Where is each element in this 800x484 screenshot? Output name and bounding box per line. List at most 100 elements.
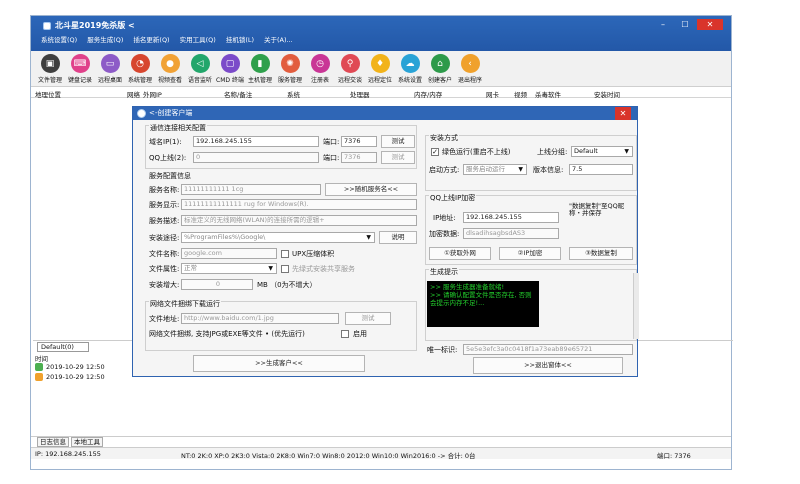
maximize-button[interactable]: ☐ (675, 19, 695, 30)
ip-addr-input[interactable]: 192.168.245.155 (463, 212, 559, 223)
col-location[interactable]: 地理位置 (35, 89, 61, 99)
chevron-down-icon: ▼ (518, 166, 523, 173)
ip-encrypt-button[interactable]: ②IP加密 (499, 247, 561, 260)
start-mode-select[interactable]: 服务启动运行 ▼ (463, 164, 527, 175)
svc-display-input[interactable]: 11111111111111 rug for Windows(R). (181, 199, 417, 210)
svc-name-input[interactable]: 11111111111 1cg (181, 184, 321, 195)
status-port: 端口: 7376 (657, 452, 691, 460)
console-line: >> 服务生成器准备就绪! (430, 283, 505, 291)
qq-label: QQ上线(2): (149, 154, 187, 162)
port1-input[interactable]: 7376 (341, 136, 377, 147)
menu-tools[interactable]: 实用工具(Q) (180, 34, 216, 44)
online-group-select[interactable]: Default ▼ (571, 146, 633, 157)
test1-button[interactable]: 测试 (381, 135, 415, 148)
tool-file-manager[interactable]: ▣ 文件管理 (35, 51, 65, 87)
col-install-time[interactable]: 安装时间 (594, 89, 620, 99)
unique-label: 唯一标识: (427, 346, 458, 354)
explain-button[interactable]: 说明 (379, 231, 417, 244)
unique-input[interactable]: 5e5e3efc3a0c0418f1a73eab89e65721 (463, 344, 633, 355)
svc-desc-input[interactable]: 标准定义的无线网络(WLAN)的连接所需的逻辑+ (181, 215, 417, 226)
tool-label: CMD 终端 (216, 77, 244, 84)
tool-service[interactable]: ✺ 服务管理 (275, 51, 305, 87)
col-network[interactable]: 网络 (127, 89, 140, 99)
dialog-close-button[interactable]: ✕ (615, 107, 631, 120)
upx-checkbox[interactable] (281, 250, 289, 258)
minimize-button[interactable]: – (653, 19, 673, 30)
tool-label: 远程交谈 (337, 77, 362, 84)
tool-label: 注册表 (310, 77, 329, 84)
tool-settings[interactable]: ☁ 系统设置 (395, 51, 425, 87)
encrypt-data-input[interactable]: dlsadihsagbsdAS3 (463, 228, 559, 239)
green-install-checkbox[interactable] (281, 265, 289, 273)
warning-icon (35, 373, 43, 381)
col-os[interactable]: 系统 (287, 89, 300, 99)
home-icon: ⌂ (430, 54, 450, 73)
tool-locate[interactable]: ♦ 远程定位 (365, 51, 395, 87)
file-name-input[interactable]: google.com (181, 248, 277, 259)
tool-label: 系统管理 (127, 77, 152, 84)
file-attr-select[interactable]: 正常 ▼ (181, 263, 277, 274)
title-bar: 北斗星2019免杀版 < – ☐ ✕ 系统设置(Q) 服务生成(Q) 插名更新(… (31, 16, 731, 51)
log-row[interactable]: 2019-10-29 12:50 (35, 373, 105, 381)
version-input[interactable]: 7.5 (569, 164, 633, 175)
tool-cmd[interactable]: ▢ CMD 终端 (215, 51, 245, 87)
random-service-button[interactable]: >>随机服务名<< (325, 183, 417, 196)
col-name[interactable]: 名称/备注 (224, 89, 252, 99)
exit-dialog-button[interactable]: >>退出窗体<< (473, 357, 623, 374)
get-wan-ip-button[interactable]: ①获取外网 (429, 247, 491, 260)
search-icon: ⚲ (340, 54, 360, 73)
tool-system-manager[interactable]: ◔ 系统管理 (125, 51, 155, 87)
tool-registry[interactable]: ◷ 注册表 (305, 51, 335, 87)
group-tab-default[interactable]: Default(0) (37, 342, 89, 352)
col-memory[interactable]: 内存/内存 (414, 89, 442, 99)
col-antivirus[interactable]: 杀毒软件 (535, 89, 561, 99)
menu-service-generate[interactable]: 服务生成(Q) (87, 34, 123, 44)
keyboard-icon: ⌨ (70, 54, 90, 73)
log-header: 时间 (35, 355, 48, 363)
console-scrollbar[interactable] (633, 273, 639, 339)
tool-host[interactable]: ▮ 主机管理 (245, 51, 275, 87)
net-file-group-title: 网络文件捆绑下载运行 (149, 299, 221, 309)
tool-keylogger[interactable]: ⌨ 键盘记录 (65, 51, 95, 87)
port2-input[interactable]: 7376 (341, 152, 377, 163)
col-cpu[interactable]: 处理器 (350, 89, 370, 99)
qq-input[interactable]: 0 (193, 152, 319, 163)
log-time: 2019-10-29 12:50 (46, 373, 105, 381)
menu-system-settings[interactable]: 系统设置(Q) (41, 34, 77, 44)
test2-button[interactable]: 测试 (381, 151, 415, 164)
version-label: 版本信息: (533, 166, 564, 174)
green-run-checkbox[interactable]: ✓ (431, 148, 439, 156)
col-nic[interactable]: 网卡 (486, 89, 499, 99)
menu-lock[interactable]: 挂机锁(L) (226, 34, 254, 44)
domain1-input[interactable]: 192.168.245.155 (193, 136, 319, 147)
tool-video[interactable]: ● 视频查看 (155, 51, 185, 87)
status-ip: IP: 192.168.245.155 (35, 450, 101, 458)
tool-exit[interactable]: ‹ 退出程序 (455, 51, 485, 87)
inflate-input[interactable]: 0 (181, 279, 253, 290)
tab-log-info[interactable]: 日志信息 (37, 437, 69, 447)
tool-create-client[interactable]: ⌂ 创建客户 (425, 51, 455, 87)
bottom-tabs: 日志信息 本地工具 (31, 436, 731, 447)
log-time: 2019-10-29 12:50 (46, 363, 105, 371)
col-wan-ip[interactable]: 外网IP (143, 89, 162, 99)
tool-audio[interactable]: ◁ 语音监听 (185, 51, 215, 87)
log-row[interactable]: 2019-10-29 12:50 (35, 363, 105, 371)
generate-client-button[interactable]: >>生成客户<< (193, 355, 365, 372)
bulb-icon: ♦ (370, 54, 390, 73)
online-group-label: 上线分组: (537, 148, 568, 156)
file-addr-input[interactable]: http://www.baidu.com/1.jpg (181, 313, 339, 324)
enable-checkbox[interactable] (341, 330, 349, 338)
copy-data-button[interactable]: ③数据复制 (569, 247, 633, 260)
inflate-unit: MB （0为不增大） (257, 281, 317, 289)
test-url-button[interactable]: 测试 (345, 312, 391, 325)
col-video[interactable]: 视频 (514, 89, 527, 99)
tool-label: 创建客户 (427, 77, 452, 84)
tool-chat[interactable]: ⚲ 远程交谈 (335, 51, 365, 87)
install-path-select[interactable]: %ProgramFiles%\Google\ ▼ (181, 232, 375, 243)
tool-remote-desktop[interactable]: ▭ 远程桌面 (95, 51, 125, 87)
close-button[interactable]: ✕ (697, 19, 723, 30)
menu-name-update[interactable]: 插名更新(Q) (133, 34, 169, 44)
green-install-label: 先绿式安装共享服务 (292, 265, 355, 273)
tab-local-tools[interactable]: 本地工具 (71, 437, 103, 447)
menu-about[interactable]: 关于(A)... (264, 34, 293, 44)
